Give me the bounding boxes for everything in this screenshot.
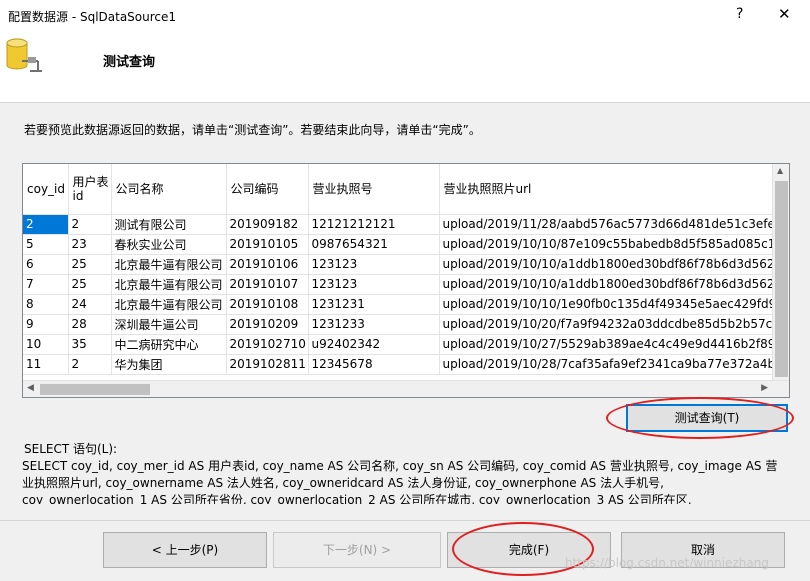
sql-statement[interactable]: SELECT coy_id, coy_mer_id AS 用户表id, coy_…	[22, 458, 778, 504]
table-cell[interactable]: 7	[23, 274, 69, 295]
table-cell[interactable]: 测试有限公司	[111, 214, 227, 235]
table-cell[interactable]: 201910107	[226, 274, 309, 295]
table-cell[interactable]: 25	[68, 254, 112, 275]
preview-table: coy_id 用户表id 公司名称 公司编码 营业执照号 营业执照照片url 2 2 测试有限…	[23, 164, 785, 375]
previous-button[interactable]: < 上一步(P)	[103, 532, 267, 568]
table-cell[interactable]: 中二病研究中心	[111, 334, 227, 355]
sql-label: SELECT 语句(L):	[24, 442, 118, 456]
scroll-left-icon[interactable]: ◀	[27, 383, 34, 393]
table-cell[interactable]: upload/2019/10/10/1e90fb0c135d4f49345e5a…	[439, 294, 785, 315]
table-cell[interactable]: 201910108	[226, 294, 309, 315]
table-cell[interactable]: 25	[68, 274, 112, 295]
table-cell[interactable]: 201909182	[226, 214, 309, 235]
table-cell[interactable]: 北京最牛逼有限公司	[111, 274, 227, 295]
table-cell[interactable]: 5	[23, 234, 69, 255]
table-cell[interactable]: 201910105	[226, 234, 309, 255]
watermark: https://blog.csdn.net/winniezhang	[565, 556, 769, 570]
title-bar: 配置数据源 - SqlDataSource1 ? ✕	[0, 0, 810, 31]
table-cell[interactable]: 2	[68, 354, 112, 375]
table-cell[interactable]: upload/2019/10/10/a1ddb1800ed30bdf86f78b…	[439, 274, 785, 295]
table-row[interactable]: 11 2 华为集团 2019102811 12345678 upload/2019/10/…	[23, 354, 785, 375]
window-title: 配置数据源 - SqlDataSource1	[8, 10, 177, 24]
table-cell[interactable]: 28	[68, 314, 112, 335]
next-button: 下一步(N) >	[273, 532, 441, 568]
scroll-right-icon[interactable]: ▶	[761, 383, 768, 393]
column-header[interactable]: 公司名称	[111, 164, 227, 215]
table-cell[interactable]: 2	[23, 214, 69, 235]
table-cell[interactable]: upload/2019/10/28/7caf35afa9ef2341ca9ba7…	[439, 354, 785, 375]
table-row[interactable]: 7 25 北京最牛逼有限公司 201910107 123123 upload/2019/1…	[23, 274, 785, 295]
table-cell[interactable]: 华为集团	[111, 354, 227, 375]
table-cell[interactable]: 深圳最牛逼公司	[111, 314, 227, 335]
table-cell[interactable]: u92402342	[308, 334, 440, 355]
column-header[interactable]: 用户表id	[68, 164, 112, 215]
scroll-up-icon[interactable]: ▲	[777, 166, 783, 175]
table-cell[interactable]: upload/2019/10/27/5529ab389ae4c4c49e9d44…	[439, 334, 785, 355]
database-icon	[6, 38, 42, 72]
table-cell[interactable]: 12345678	[308, 354, 440, 375]
column-header[interactable]: 公司编码	[226, 164, 309, 215]
vertical-scroll-thumb[interactable]	[775, 181, 788, 377]
preview-grid[interactable]: coy_id 用户表id 公司名称 公司编码 营业执照号 营业执照照片url 2 2 测试有限…	[22, 163, 790, 398]
close-button[interactable]: ✕	[778, 5, 791, 23]
wizard-header: 测试查询	[0, 31, 810, 103]
table-cell[interactable]: 123123	[308, 254, 440, 275]
table-cell[interactable]: 北京最牛逼有限公司	[111, 254, 227, 275]
column-header[interactable]: 营业执照号	[308, 164, 440, 215]
table-cell[interactable]: 24	[68, 294, 112, 315]
table-cell[interactable]: 2019102811	[226, 354, 309, 375]
column-header[interactable]: 营业执照照片url	[439, 164, 785, 215]
table-cell[interactable]: 8	[23, 294, 69, 315]
table-header-row: coy_id 用户表id 公司名称 公司编码 营业执照号 营业执照照片url	[23, 164, 785, 215]
table-row[interactable]: 5 23 春秋实业公司 201910105 0987654321 upload/2019/…	[23, 234, 785, 255]
help-button[interactable]: ?	[736, 6, 743, 22]
page-title: 测试查询	[103, 55, 156, 70]
table-cell[interactable]: 北京最牛逼有限公司	[111, 294, 227, 315]
table-cell[interactable]: 6	[23, 254, 69, 275]
table-cell[interactable]: 10	[23, 334, 69, 355]
vertical-scrollbar[interactable]: ▲	[772, 164, 789, 382]
table-cell[interactable]: 23	[68, 234, 112, 255]
table-cell[interactable]: 1231233	[308, 314, 440, 335]
table-cell[interactable]: 2019102710	[226, 334, 309, 355]
table-row[interactable]: 2 2 测试有限公司 201909182 12121212121 upload/2019/…	[23, 214, 785, 235]
table-cell[interactable]: 9	[23, 314, 69, 335]
horizontal-scroll-thumb[interactable]	[40, 384, 150, 395]
table-cell[interactable]: 1231231	[308, 294, 440, 315]
table-cell[interactable]: 123123	[308, 274, 440, 295]
table-cell[interactable]: 2	[68, 214, 112, 235]
instruction-text: 若要预览此数据源返回的数据，请单击“测试查询”。若要结束此向导，请单击“完成”。	[24, 123, 481, 137]
table-row[interactable]: 10 35 中二病研究中心 2019102710 u92402342 upload/201…	[23, 334, 785, 355]
table-cell[interactable]: 201910209	[226, 314, 309, 335]
column-header[interactable]: coy_id	[23, 164, 69, 215]
table-row[interactable]: 6 25 北京最牛逼有限公司 201910106 123123 upload/2019/1…	[23, 254, 785, 275]
table-cell[interactable]: upload/2019/10/10/a1ddb1800ed30bdf86f78b…	[439, 254, 785, 275]
test-query-button[interactable]: 测试查询(T)	[626, 404, 788, 432]
horizontal-scrollbar[interactable]: ◀ ▶	[23, 380, 789, 397]
table-cell[interactable]: upload/2019/11/28/aabd576ac5773d66d481de…	[439, 214, 785, 235]
table-cell[interactable]: 0987654321	[308, 234, 440, 255]
table-cell[interactable]: 12121212121	[308, 214, 440, 235]
table-cell[interactable]: 35	[68, 334, 112, 355]
table-row[interactable]: 8 24 北京最牛逼有限公司 201910108 1231231 upload/2019/…	[23, 294, 785, 315]
table-cell[interactable]: upload/2019/10/20/f7a9f94232a03ddcdbe85d…	[439, 314, 785, 335]
table-cell[interactable]: 11	[23, 354, 69, 375]
table-row[interactable]: 9 28 深圳最牛逼公司 201910209 1231233 upload/2019/10…	[23, 314, 785, 335]
table-cell[interactable]: upload/2019/10/10/87e109c55babedb8d5f585…	[439, 234, 785, 255]
table-cell[interactable]: 201910106	[226, 254, 309, 275]
table-cell[interactable]: 春秋实业公司	[111, 234, 227, 255]
